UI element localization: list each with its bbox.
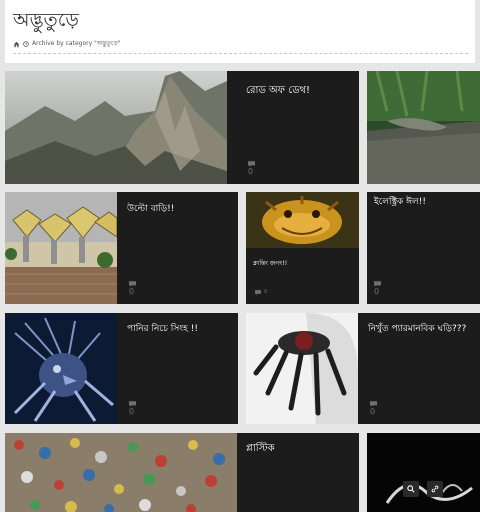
post-title[interactable]: ইলেক্ট্রিক ঈল!! bbox=[374, 196, 426, 208]
post-thumbnail[interactable] bbox=[5, 71, 227, 184]
post-card[interactable] bbox=[367, 433, 480, 512]
post-card[interactable]: ইলেক্ট্রিক ঈল!! 0 bbox=[367, 192, 480, 304]
post-title[interactable]: প্লাস্টিক bbox=[246, 443, 275, 455]
comment-count[interactable]: 0 bbox=[255, 288, 267, 297]
comment-count[interactable]: 0 bbox=[248, 161, 255, 176]
post-thumbnail[interactable] bbox=[246, 192, 359, 248]
post-title[interactable]: ক্লান্তিং জগৎ!! bbox=[253, 258, 287, 270]
post-thumbnail[interactable] bbox=[5, 313, 117, 424]
post-thumbnail[interactable] bbox=[246, 313, 358, 424]
post-card[interactable]: রোড অফ ডেথ! 0 bbox=[5, 71, 359, 184]
comment-icon bbox=[255, 290, 261, 295]
header-divider bbox=[13, 53, 468, 54]
comment-count-text: 0 bbox=[374, 287, 380, 296]
breadcrumb: Archive by category "অদ্ভুতুড়ে" bbox=[13, 39, 120, 49]
link-button[interactable] bbox=[427, 481, 443, 497]
comment-count-text: 0 bbox=[129, 287, 135, 296]
post-title[interactable]: নিখুঁত প্যারমানবিক ঘড়ি??? bbox=[368, 323, 466, 335]
post-thumbnail[interactable] bbox=[367, 433, 480, 512]
breadcrumb-text: Archive by category "অদ্ভুতুড়ে" bbox=[32, 40, 121, 47]
post-card[interactable]: ক্লান্তিং জগৎ!! 0 bbox=[246, 192, 359, 304]
post-thumbnail[interactable] bbox=[5, 433, 237, 512]
page-header: অদ্ভুতুড়ে Archive by category "অদ্ভুতুড… bbox=[5, 0, 475, 63]
post-card[interactable]: উল্টো বাড়ি!! 0 bbox=[5, 192, 238, 304]
search-button[interactable] bbox=[403, 481, 419, 497]
post-title[interactable]: রোড অফ ডেথ! bbox=[246, 85, 310, 97]
comment-count-text: 0 bbox=[129, 407, 135, 416]
page-title: অদ্ভুতুড়ে bbox=[13, 9, 79, 31]
comment-count-text: 0 bbox=[248, 167, 254, 176]
search-icon bbox=[407, 485, 415, 493]
post-card[interactable]: নিখুঁত প্যারমানবিক ঘড়ি??? 0 bbox=[246, 313, 480, 424]
comment-count[interactable]: 0 bbox=[374, 281, 381, 296]
post-card[interactable]: পানির নিচে সিংহ !! 0 bbox=[5, 313, 238, 424]
post-thumbnail[interactable] bbox=[5, 192, 117, 304]
comment-count-text: 0 bbox=[264, 289, 268, 295]
comment-count[interactable]: 0 bbox=[129, 281, 136, 296]
post-card[interactable]: প্লাস্টিক bbox=[5, 433, 359, 512]
comment-count[interactable]: 0 bbox=[129, 401, 136, 416]
comment-count-text: 0 bbox=[370, 407, 376, 416]
post-title[interactable]: উল্টো বাড়ি!! bbox=[127, 203, 174, 215]
home-icon[interactable] bbox=[13, 41, 20, 48]
link-icon bbox=[431, 485, 439, 493]
post-card[interactable] bbox=[367, 71, 480, 184]
post-title[interactable]: পানির নিচে সিংহ !! bbox=[127, 323, 198, 335]
clock-icon bbox=[23, 41, 29, 47]
post-thumbnail[interactable] bbox=[367, 71, 480, 184]
comment-count[interactable]: 0 bbox=[370, 401, 377, 416]
